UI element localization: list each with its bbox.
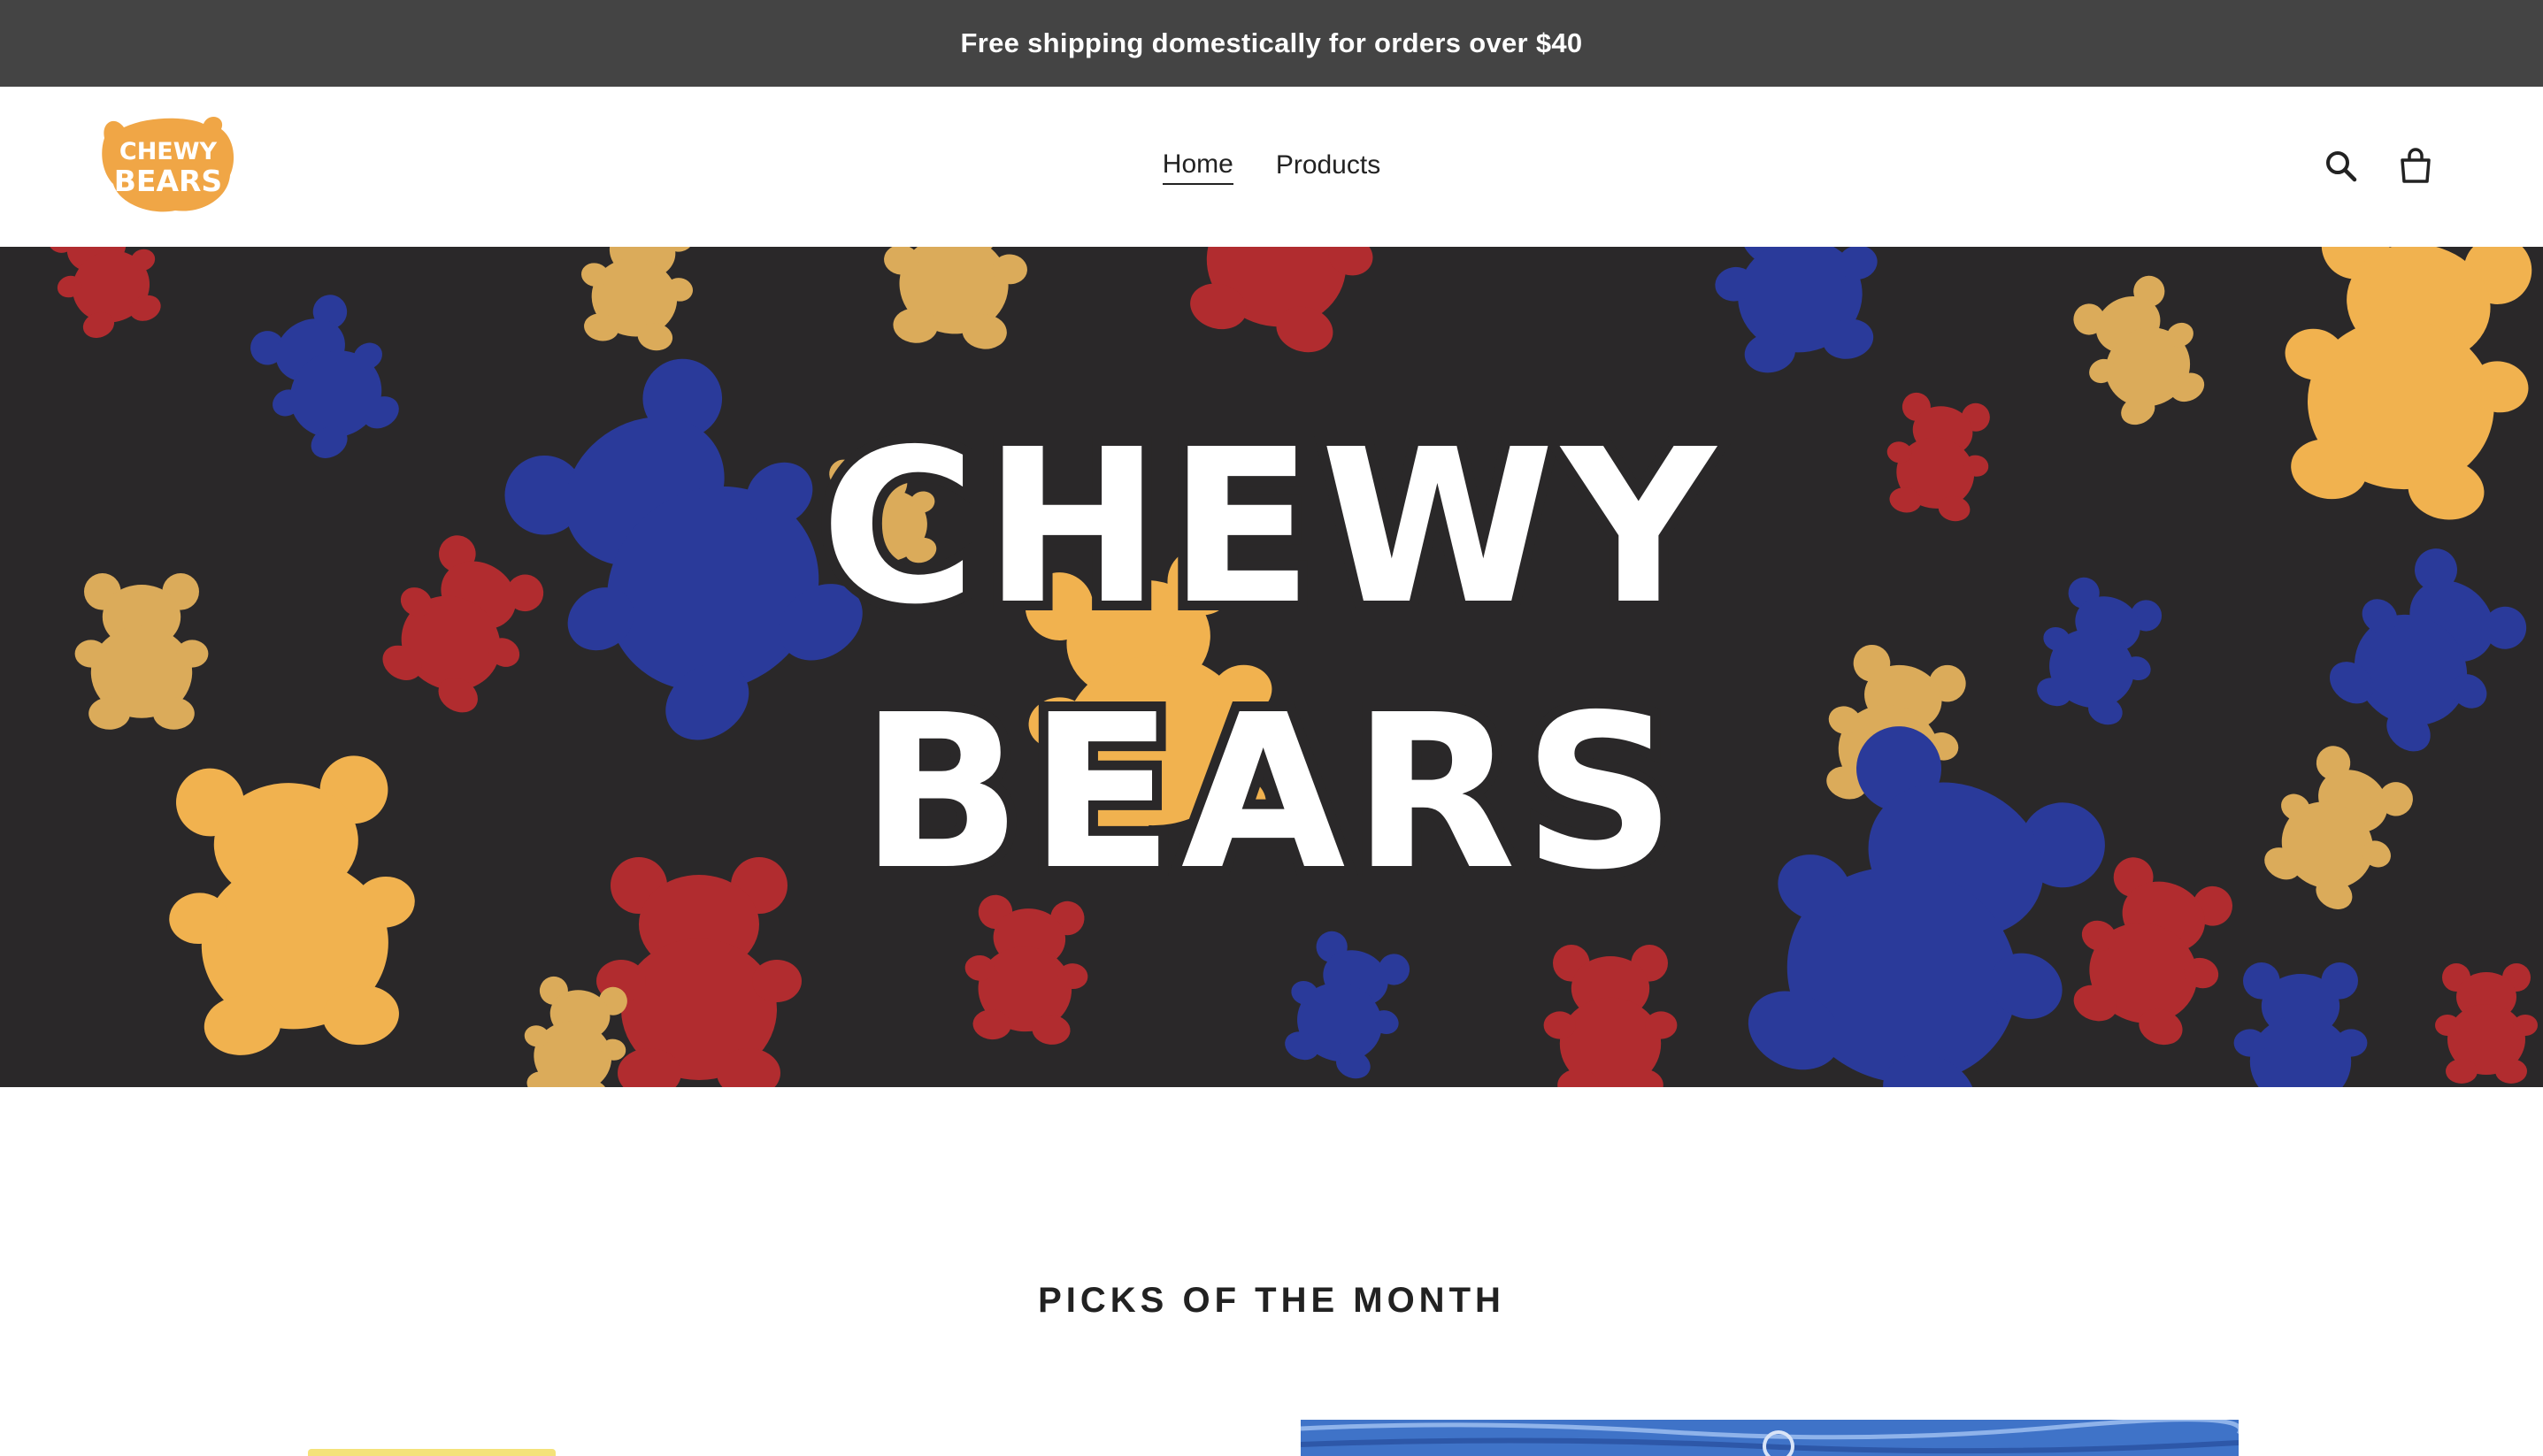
hero-title-line-2: BEARS: [860, 669, 1683, 916]
hero-gummy-bears-art: CHEWY BEARS: [36, 247, 2543, 1087]
gummy-bear-illustration: [2309, 533, 2543, 770]
gummy-bear-illustration: [2247, 735, 2427, 923]
hero-banner: CHEWY BEARS: [0, 247, 2543, 1087]
main-nav: Home Products: [0, 87, 2543, 247]
gummy-bear-illustration: [596, 857, 802, 1087]
search-icon[interactable]: [2320, 145, 2362, 188]
gummy-bear-illustration: [364, 524, 558, 727]
gummy-bear-illustration: [1270, 923, 1422, 1087]
picks-of-the-month-heading: PICKS OF THE MONTH: [1038, 1281, 1505, 1320]
product-card-image[interactable]: [1301, 1420, 2239, 1456]
gummy-bear-illustration: [156, 751, 427, 1061]
cart-icon[interactable]: [2394, 145, 2437, 188]
gummy-bear-illustration: [570, 247, 705, 356]
gummy-bear-illustration: [74, 573, 209, 730]
announcement-bar: Free shipping domestically for orders ov…: [0, 0, 2543, 87]
gummy-bear-illustration: [2261, 247, 2543, 531]
gummy-bear-illustration: [1166, 247, 1402, 364]
svg-text:CHEWY: CHEWY: [119, 138, 218, 165]
hero-title: CHEWY BEARS: [811, 394, 1725, 926]
site-logo[interactable]: CHEWY BEARS: [97, 111, 239, 218]
gummy-bear-illustration: [1698, 247, 1894, 380]
gummy-bear-illustration: [877, 247, 1035, 353]
gummy-bear-illustration: [2233, 962, 2368, 1087]
featured-products: [0, 1420, 2543, 1456]
svg-text:BEARS: BEARS: [114, 164, 222, 198]
gummy-bear-illustration: [1877, 388, 2000, 526]
hero-title-line-1: CHEWY: [820, 403, 1722, 651]
announcement-text: Free shipping domestically for orders ov…: [960, 27, 1583, 58]
nav-home[interactable]: Home: [1162, 149, 1233, 185]
gummy-bear-illustration: [2022, 570, 2174, 734]
nav-products[interactable]: Products: [1276, 150, 1380, 184]
gummy-bear-illustration: [1543, 945, 1678, 1087]
gummy-bear-illustration: [2435, 963, 2538, 1084]
gummy-bear-illustration: [1706, 703, 2139, 1087]
gummy-bear-illustration: [2061, 267, 2220, 435]
gummy-bear-illustration: [236, 284, 416, 471]
gummy-bear-illustration: [36, 247, 175, 346]
product-card-image[interactable]: [308, 1449, 556, 1456]
site-header: CHEWY BEARS Home Products: [0, 87, 2543, 248]
